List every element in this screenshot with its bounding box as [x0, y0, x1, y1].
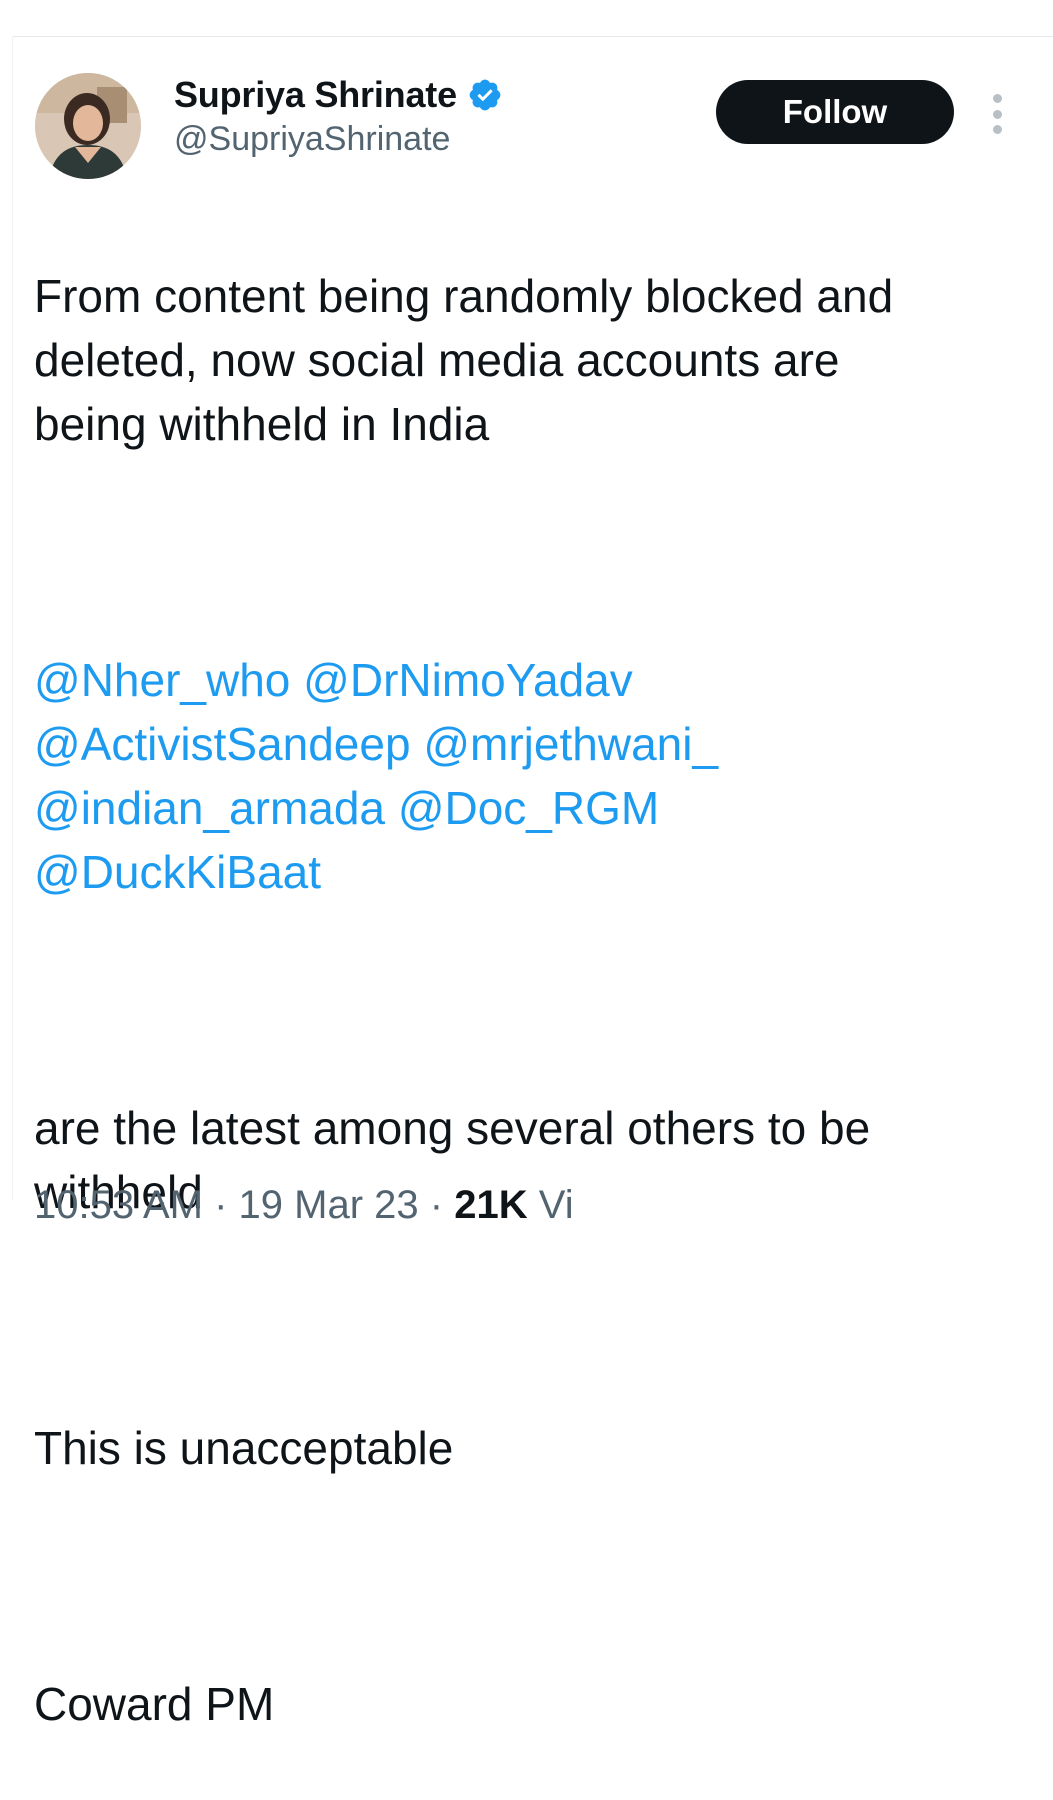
views-count: 21K: [454, 1183, 528, 1227]
mentions-block: @Nher_who @DrNimoYadav @ActivistSandeep @…: [34, 648, 1034, 904]
timestamp[interactable]: 10:53 AM · 19 Mar 23: [34, 1183, 419, 1227]
mention-link[interactable]: @ActivistSandeep: [34, 718, 411, 770]
mention-link[interactable]: @DrNimoYadav: [303, 654, 633, 706]
tweet-paragraph: Coward PM: [34, 1678, 275, 1730]
avatar[interactable]: [35, 73, 141, 179]
display-name[interactable]: Supriya Shrinate: [174, 74, 457, 116]
top-divider: [12, 36, 1053, 37]
more-vertical-icon[interactable]: [986, 94, 1008, 134]
mention-link[interactable]: @indian_armada: [34, 782, 385, 834]
more-dot: [992, 94, 1002, 103]
tweet-text: From content being randomly blocked and …: [34, 200, 1034, 1800]
views-label: Vi: [538, 1183, 574, 1227]
mention-link[interactable]: @Doc_RGM: [398, 782, 659, 834]
tweet-meta: 10:53 AM · 19 Mar 23 · 21K Vi: [34, 1183, 574, 1228]
more-dot: [992, 109, 1002, 119]
verified-badge-icon: [467, 77, 503, 113]
mention-link[interactable]: @DuckKiBaat: [34, 846, 321, 898]
tweet-paragraph: From content being randomly blocked and …: [34, 270, 894, 450]
author-block: Supriya Shrinate @SupriyaShrinate: [174, 72, 503, 159]
meta-separator: ·: [429, 1183, 455, 1227]
more-dot: [992, 125, 1002, 134]
follow-button[interactable]: Follow: [716, 80, 954, 144]
left-border: [12, 36, 13, 1200]
mention-link[interactable]: @Nher_who: [34, 654, 290, 706]
user-handle[interactable]: @SupriyaShrinate: [174, 120, 503, 159]
tweet-paragraph: This is unacceptable: [34, 1422, 454, 1474]
mention-link[interactable]: @mrjethwani_: [423, 718, 718, 770]
avatar-image: [35, 73, 141, 179]
name-row: Supriya Shrinate: [174, 72, 503, 118]
